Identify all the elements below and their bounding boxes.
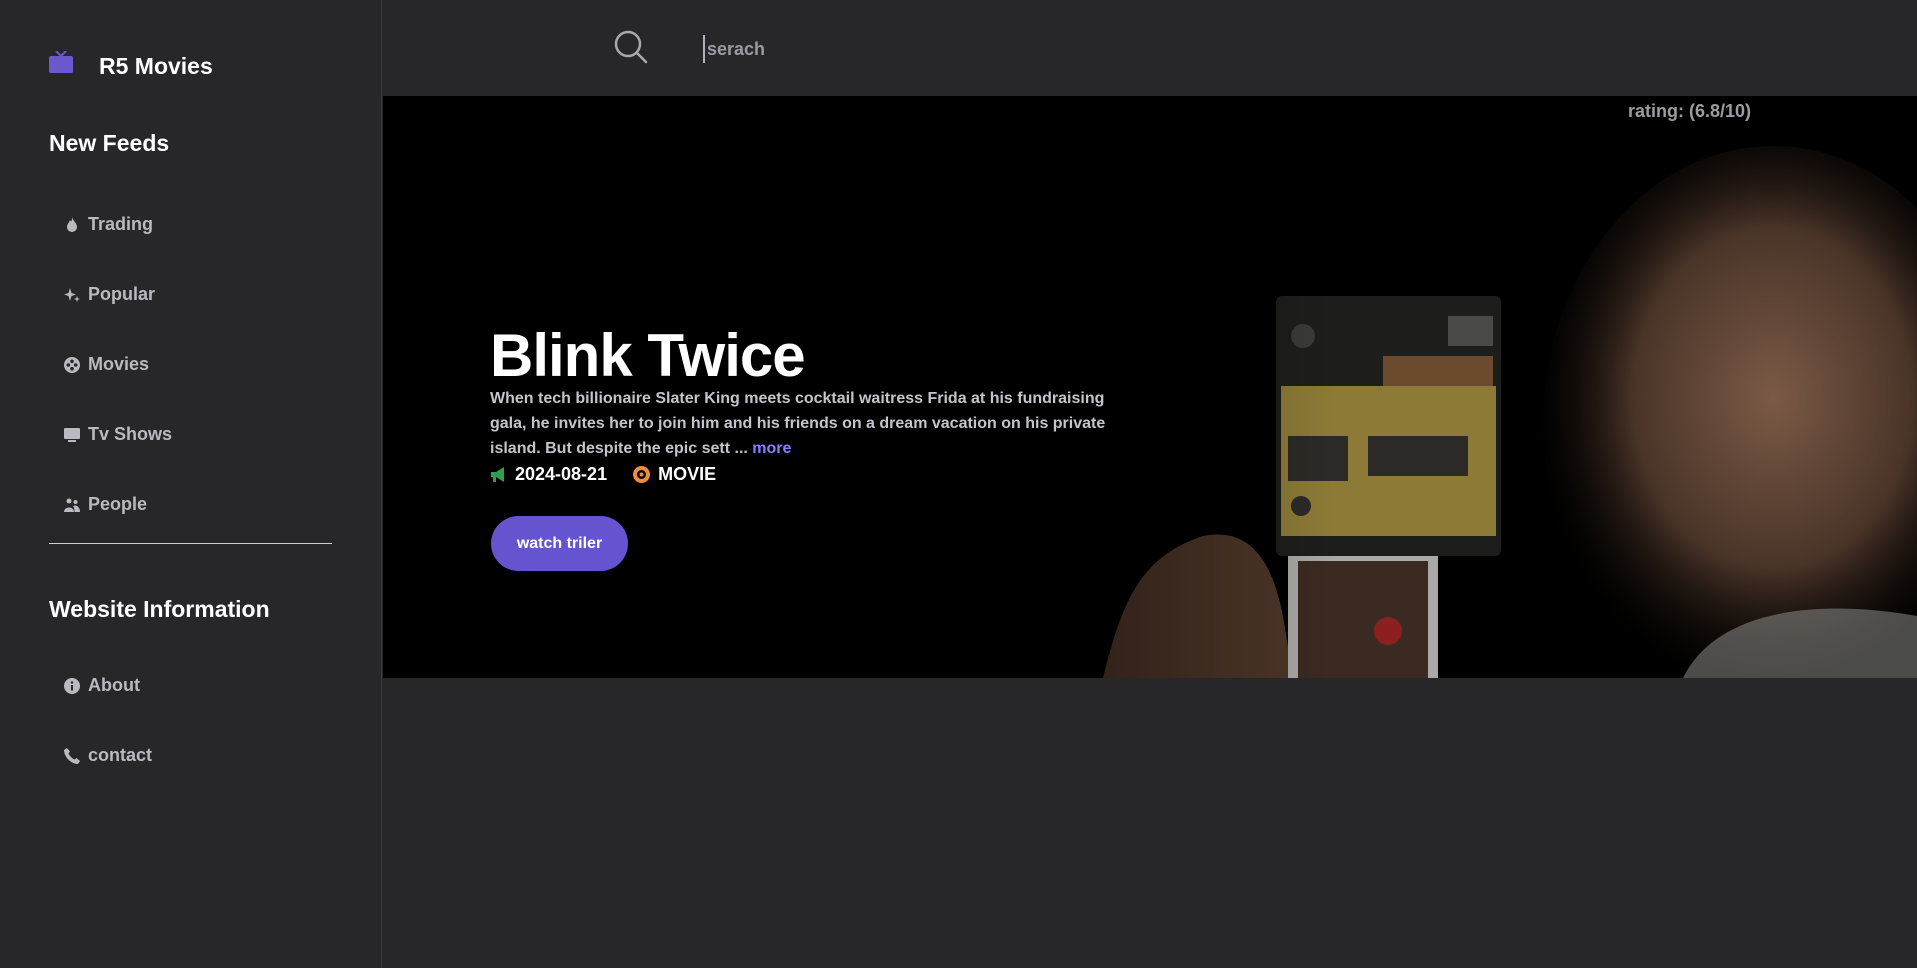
hero-banner: rating: (6.8/10) Blink Twice When tech b… [383, 96, 1917, 678]
sidebar-item-label: Tv Shows [88, 424, 173, 444]
sidebar-item-popular[interactable]: Popular [64, 284, 155, 305]
sidebar-item-people[interactable]: People [64, 494, 147, 515]
website-information-heading: Website Information [49, 596, 270, 622]
top-bar [383, 0, 1917, 95]
sidebar-item-tv-shows[interactable]: Tv Shows [64, 424, 172, 445]
people-icon [64, 498, 80, 512]
sidebar-item-label: Movies [88, 354, 150, 374]
more-link[interactable]: more [752, 440, 791, 457]
sparkle-icon [64, 287, 80, 302]
film-reel-icon [64, 356, 80, 373]
tv-icon [49, 51, 73, 73]
sidebar-item-label: contact [88, 745, 153, 765]
info-icon [64, 677, 80, 694]
circle-dot-icon [633, 466, 651, 483]
watch-trailer-button[interactable]: watch triler [491, 516, 628, 571]
sidebar-item-label: Popular [88, 284, 156, 304]
megaphone-icon [491, 467, 504, 482]
flame-icon [67, 216, 77, 232]
description-text: When tech billionaire Slater King meets … [490, 390, 1106, 457]
new-feeds-heading: New Feeds [49, 130, 170, 156]
tv-icon [64, 427, 80, 442]
release-date: 2024-08-21 [515, 464, 608, 484]
media-type: MOVIE [658, 464, 717, 484]
movie-title: Blink Twice [490, 322, 806, 389]
movie-meta: 2024-08-21 MOVIE [490, 464, 716, 485]
sidebar-divider [49, 543, 332, 544]
rating-label: rating: (6.8/10) [1628, 101, 1752, 121]
sidebar-item-label: About [88, 675, 140, 695]
sidebar-item-label: Trading [88, 214, 154, 234]
sidebar-item-trading[interactable]: Trading [64, 214, 153, 235]
sidebar-item-movies[interactable]: Movies [64, 354, 149, 375]
search-input[interactable] [703, 35, 1129, 63]
sidebar-item-contact[interactable]: contact [64, 745, 152, 766]
movie-description: When tech billionaire Slater King meets … [490, 386, 1130, 461]
brand[interactable]: R5 Movies [49, 51, 213, 79]
brand-name: R5 Movies [99, 53, 213, 79]
search-icon[interactable] [614, 30, 648, 64]
phone-icon [64, 747, 80, 764]
sidebar-item-about[interactable]: About [64, 675, 140, 696]
sidebar: R5 Movies New Feeds Trading Popular Movi… [0, 0, 382, 968]
sidebar-item-label: People [88, 494, 148, 514]
